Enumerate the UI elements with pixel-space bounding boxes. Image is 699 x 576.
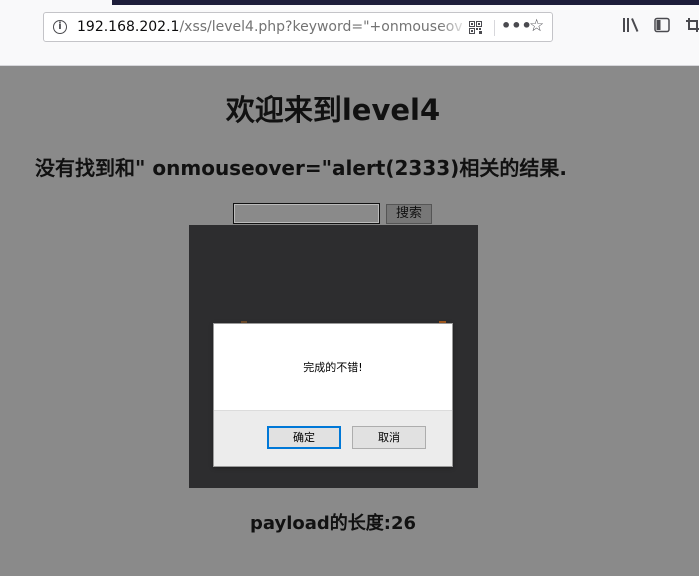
qr-code-icon[interactable] xyxy=(469,21,482,34)
library-icon[interactable] xyxy=(622,17,640,33)
payload-length: payload的长度:26 xyxy=(249,513,417,534)
screenshot-icon[interactable] xyxy=(686,17,699,33)
alert-dialog: 完成的不错! 确定 取消 xyxy=(213,323,453,467)
alert-message: 完成的不错! xyxy=(303,361,363,374)
url-separator xyxy=(494,20,495,36)
url-host: 192.168.202.1 xyxy=(77,19,180,35)
url-fade xyxy=(439,14,469,40)
browser-toolbar: i 192.168.202.1/xss/level4.php?keyword="… xyxy=(0,5,699,66)
page-title: 欢迎来到level4 xyxy=(225,93,441,127)
sidebar-icon[interactable] xyxy=(654,17,670,33)
url-text[interactable]: 192.168.202.1/xss/level4.php?keyword="+o… xyxy=(77,19,465,36)
page-content: 欢迎来到level4 没有找到和" onmouseover="alert(233… xyxy=(0,66,699,576)
search-input[interactable] xyxy=(233,203,380,224)
ok-button[interactable]: 确定 xyxy=(267,426,341,449)
url-path: /xss/level4.php?keyword="+onmouseov xyxy=(179,19,463,35)
cancel-button[interactable]: 取消 xyxy=(352,426,426,449)
search-button[interactable]: 搜索 xyxy=(386,204,432,224)
search-result-text: 没有找到和" onmouseover="alert(2333)相关的结果. xyxy=(35,156,567,180)
more-icon[interactable]: ••• xyxy=(501,16,532,36)
star-icon[interactable]: ☆ xyxy=(529,16,544,36)
address-bar[interactable]: i 192.168.202.1/xss/level4.php?keyword="… xyxy=(43,12,553,42)
info-icon[interactable]: i xyxy=(53,20,67,34)
alert-footer: 确定 取消 xyxy=(214,410,452,466)
